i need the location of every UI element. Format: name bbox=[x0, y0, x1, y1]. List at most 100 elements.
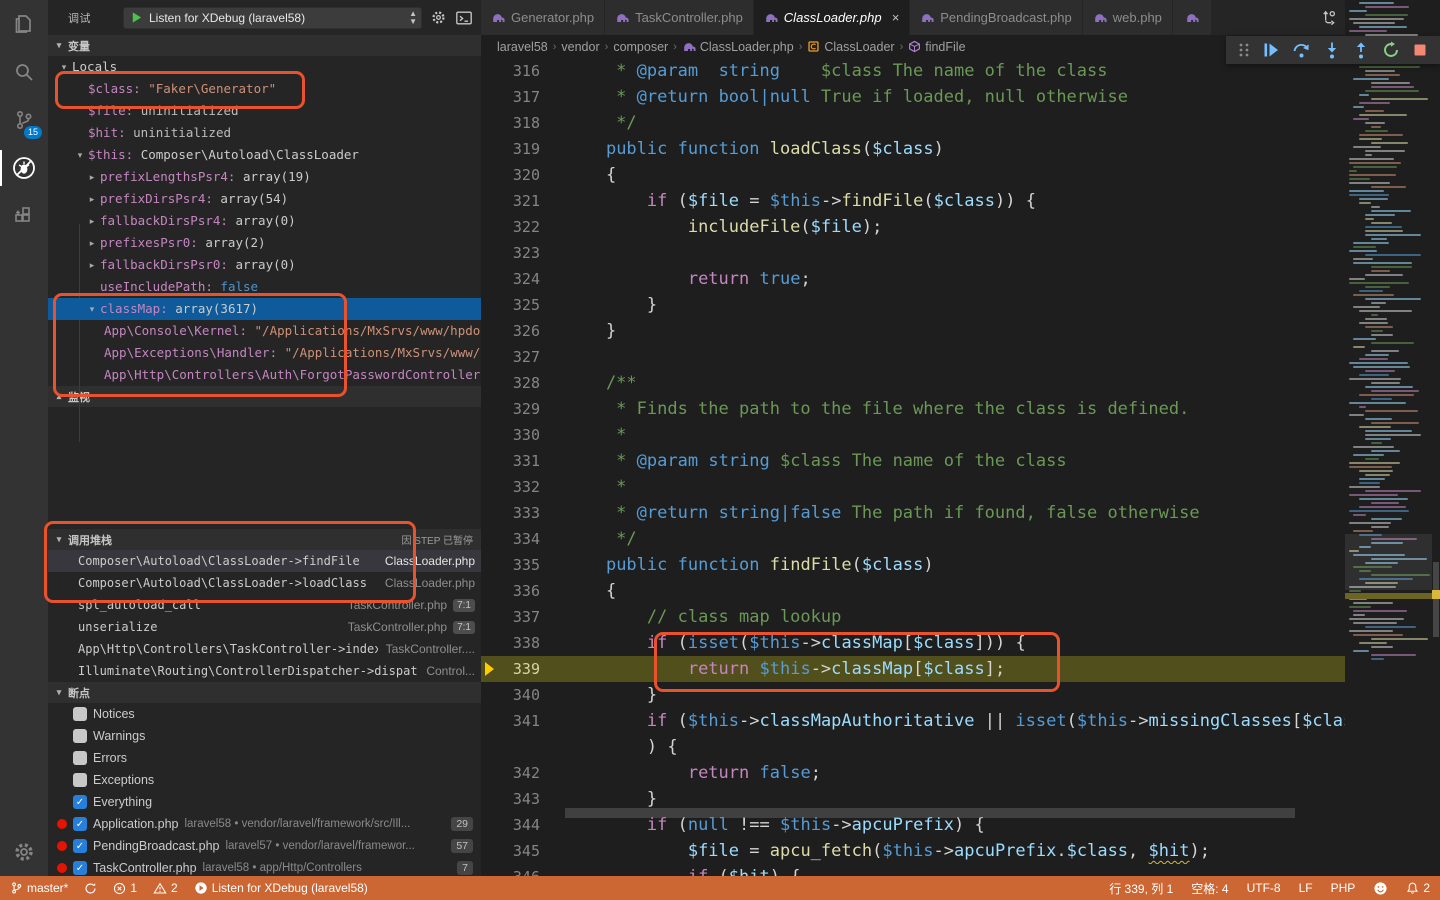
twistie-icon[interactable]: ▸ bbox=[86, 254, 98, 276]
overview-ruler[interactable] bbox=[1432, 0, 1440, 818]
code-line[interactable]: 346 if ($hit) { bbox=[481, 864, 1345, 876]
code-line[interactable]: 329 * Finds the path to the file where t… bbox=[481, 396, 1345, 422]
tab-web.php[interactable]: web.php bbox=[1083, 0, 1172, 35]
code-line[interactable]: 318 */ bbox=[481, 110, 1345, 136]
variable-row-AppConsoleKernel[interactable]: App\Console\Kernel: "/Applications/MxSrv… bbox=[48, 320, 481, 342]
code-line[interactable]: 336 { bbox=[481, 578, 1345, 604]
checkbox[interactable] bbox=[73, 751, 87, 765]
tab-Generator.php[interactable]: Generator.php bbox=[481, 0, 604, 35]
code-line[interactable]: 323 bbox=[481, 240, 1345, 266]
variable-row-$file[interactable]: $file: uninitialized bbox=[48, 100, 481, 122]
stack-frame[interactable]: unserializeTaskController.php7:1 bbox=[48, 616, 481, 638]
callstack-section-header[interactable]: ▾调用堆栈 因 STEP 已暂停 bbox=[48, 529, 481, 550]
variable-row-useIncludePath[interactable]: useIncludePath: false bbox=[48, 276, 481, 298]
tab-ClassLoader.php[interactable]: ClassLoader.php× bbox=[754, 0, 909, 35]
twistie-icon[interactable]: ▸ bbox=[86, 232, 98, 254]
breadcrumb-item-vendor[interactable]: vendor bbox=[561, 40, 599, 54]
eol-item[interactable]: LF bbox=[1299, 881, 1313, 895]
line-number[interactable]: 323 bbox=[481, 240, 540, 266]
line-number[interactable]: 341 bbox=[481, 708, 540, 734]
variable-row-prefixLengthsPsr4[interactable]: ▸prefixLengthsPsr4: array(19) bbox=[48, 166, 481, 188]
code-line[interactable]: 327 bbox=[481, 344, 1345, 370]
variables-section-header[interactable]: ▾变量 bbox=[48, 35, 481, 56]
stack-frame[interactable]: Illuminate\Routing\ControllerDispatcher-… bbox=[48, 660, 481, 682]
code-line[interactable]: 331 * @param string $class The name of t… bbox=[481, 448, 1345, 474]
twistie-icon[interactable]: ▸ bbox=[86, 188, 98, 210]
breakpoint-filter-Exceptions[interactable]: Exceptions bbox=[48, 769, 481, 791]
watch-section-header[interactable]: ▴监视 bbox=[48, 386, 481, 407]
breakpoints-section-header[interactable]: ▾断点 bbox=[48, 682, 481, 703]
line-number[interactable]: 325 bbox=[481, 292, 540, 318]
code-line[interactable]: 337 // class map lookup bbox=[481, 604, 1345, 630]
step-into-icon[interactable] bbox=[1323, 41, 1341, 60]
checkbox[interactable] bbox=[73, 773, 87, 787]
code-line[interactable]: ) { bbox=[481, 734, 1345, 760]
twistie-icon[interactable]: ▾ bbox=[86, 298, 98, 320]
indentation-item[interactable]: 空格: 4 bbox=[1191, 880, 1228, 897]
line-number[interactable]: 343 bbox=[481, 786, 540, 812]
line-number[interactable]: 324 bbox=[481, 266, 540, 292]
line-number[interactable]: 340 bbox=[481, 682, 540, 708]
line-number[interactable]: 334 bbox=[481, 526, 540, 552]
extensions-icon[interactable] bbox=[0, 192, 48, 240]
variable-row-AppHttpControllersAuthForgotPasswordController[interactable]: App\Http\Controllers\Auth\ForgotPassword… bbox=[48, 364, 481, 386]
twistie-icon[interactable]: ▾ bbox=[74, 144, 86, 166]
launch-config-select[interactable]: Listen for XDebug (laravel58) ▲▼ bbox=[123, 7, 422, 29]
minimap-slider[interactable] bbox=[1345, 534, 1432, 590]
line-number[interactable]: 316 bbox=[481, 58, 540, 84]
variable-row-$hit[interactable]: $hit: uninitialized bbox=[48, 122, 481, 144]
line-number[interactable]: 331 bbox=[481, 448, 540, 474]
code-line[interactable]: 328 /** bbox=[481, 370, 1345, 396]
code-line[interactable]: 317 * @return bool|null True if loaded, … bbox=[481, 84, 1345, 110]
scope-locals[interactable]: ▾Locals bbox=[48, 56, 481, 78]
step-out-icon[interactable] bbox=[1352, 41, 1370, 60]
breakpoint-filter-Errors[interactable]: Errors bbox=[48, 747, 481, 769]
search-icon[interactable] bbox=[0, 48, 48, 96]
feedback-smiley-icon[interactable] bbox=[1373, 881, 1388, 896]
code-line[interactable]: 335 public function findFile($class) bbox=[481, 552, 1345, 578]
line-number[interactable]: 330 bbox=[481, 422, 540, 448]
code-line[interactable]: 321 if ($file = $this->findFile($class))… bbox=[481, 188, 1345, 214]
step-over-icon[interactable] bbox=[1292, 41, 1311, 60]
language-mode-item[interactable]: PHP bbox=[1331, 881, 1356, 895]
stack-frame[interactable]: App\Http\Controllers\TaskController->ind… bbox=[48, 638, 481, 660]
line-number[interactable]: 346 bbox=[481, 864, 540, 876]
tab-stub[interactable] bbox=[1173, 0, 1211, 35]
breakpoint-PendingBroadcast.php[interactable]: ✓PendingBroadcast.phplaravel57 • vendor/… bbox=[48, 835, 481, 857]
twistie-icon[interactable]: ▸ bbox=[86, 166, 98, 188]
checkbox[interactable]: ✓ bbox=[73, 861, 87, 875]
code-line[interactable]: 325 } bbox=[481, 292, 1345, 318]
line-number[interactable]: 321 bbox=[481, 188, 540, 214]
line-number[interactable]: 345 bbox=[481, 838, 540, 864]
code-line[interactable]: 334 */ bbox=[481, 526, 1345, 552]
line-number[interactable]: 335 bbox=[481, 552, 540, 578]
variable-row-fallbackDirsPsr4[interactable]: ▸fallbackDirsPsr4: array(0) bbox=[48, 210, 481, 232]
twistie-icon[interactable]: ▸ bbox=[86, 210, 98, 232]
encoding-item[interactable]: UTF-8 bbox=[1247, 881, 1281, 895]
breadcrumb-item-findFile[interactable]: findFile bbox=[908, 40, 965, 54]
line-number[interactable]: 344 bbox=[481, 812, 540, 838]
code-line-current[interactable]: 339 return $this->classMap[$class]; bbox=[481, 656, 1345, 682]
continue-icon[interactable] bbox=[1262, 41, 1280, 59]
variable-row-classMap[interactable]: ▾classMap: array(3617) bbox=[48, 298, 481, 320]
code-editor[interactable]: 316 * @param string $class The name of t… bbox=[481, 58, 1345, 876]
code-line[interactable]: 322 includeFile($file); bbox=[481, 214, 1345, 240]
stack-frame[interactable]: Composer\Autoload\ClassLoader->findFileC… bbox=[48, 550, 481, 572]
line-number[interactable]: 322 bbox=[481, 214, 540, 240]
variable-row-AppExceptionsHandler[interactable]: App\Exceptions\Handler: "/Applications/M… bbox=[48, 342, 481, 364]
breakpoint-filter-Warnings[interactable]: Warnings bbox=[48, 725, 481, 747]
line-number[interactable]: 318 bbox=[481, 110, 540, 136]
sync-item[interactable] bbox=[84, 882, 97, 895]
breakpoint-filter-Everything[interactable]: ✓Everything bbox=[48, 791, 481, 813]
breakpoint-Application.php[interactable]: ✓Application.phplaravel58 • vendor/larav… bbox=[48, 813, 481, 835]
variable-row-$class[interactable]: $class: "Faker\Generator" bbox=[48, 78, 481, 100]
debug-icon[interactable] bbox=[0, 144, 48, 192]
variable-row-prefixesPsr0[interactable]: ▸prefixesPsr0: array(2) bbox=[48, 232, 481, 254]
breakpoint-TaskController.php[interactable]: ✓TaskController.phplaravel58 • app/Http/… bbox=[48, 857, 481, 876]
code-line[interactable]: 338 if (isset($this->classMap[$class])) … bbox=[481, 630, 1345, 656]
line-number[interactable]: 329 bbox=[481, 396, 540, 422]
code-line[interactable]: 330 * bbox=[481, 422, 1345, 448]
breadcrumb-item-ClassLoader.php[interactable]: ClassLoader.php bbox=[682, 40, 794, 54]
variable-row-fallbackDirsPsr0[interactable]: ▸fallbackDirsPsr0: array(0) bbox=[48, 254, 481, 276]
variable-row-prefixDirsPsr4[interactable]: ▸prefixDirsPsr4: array(54) bbox=[48, 188, 481, 210]
